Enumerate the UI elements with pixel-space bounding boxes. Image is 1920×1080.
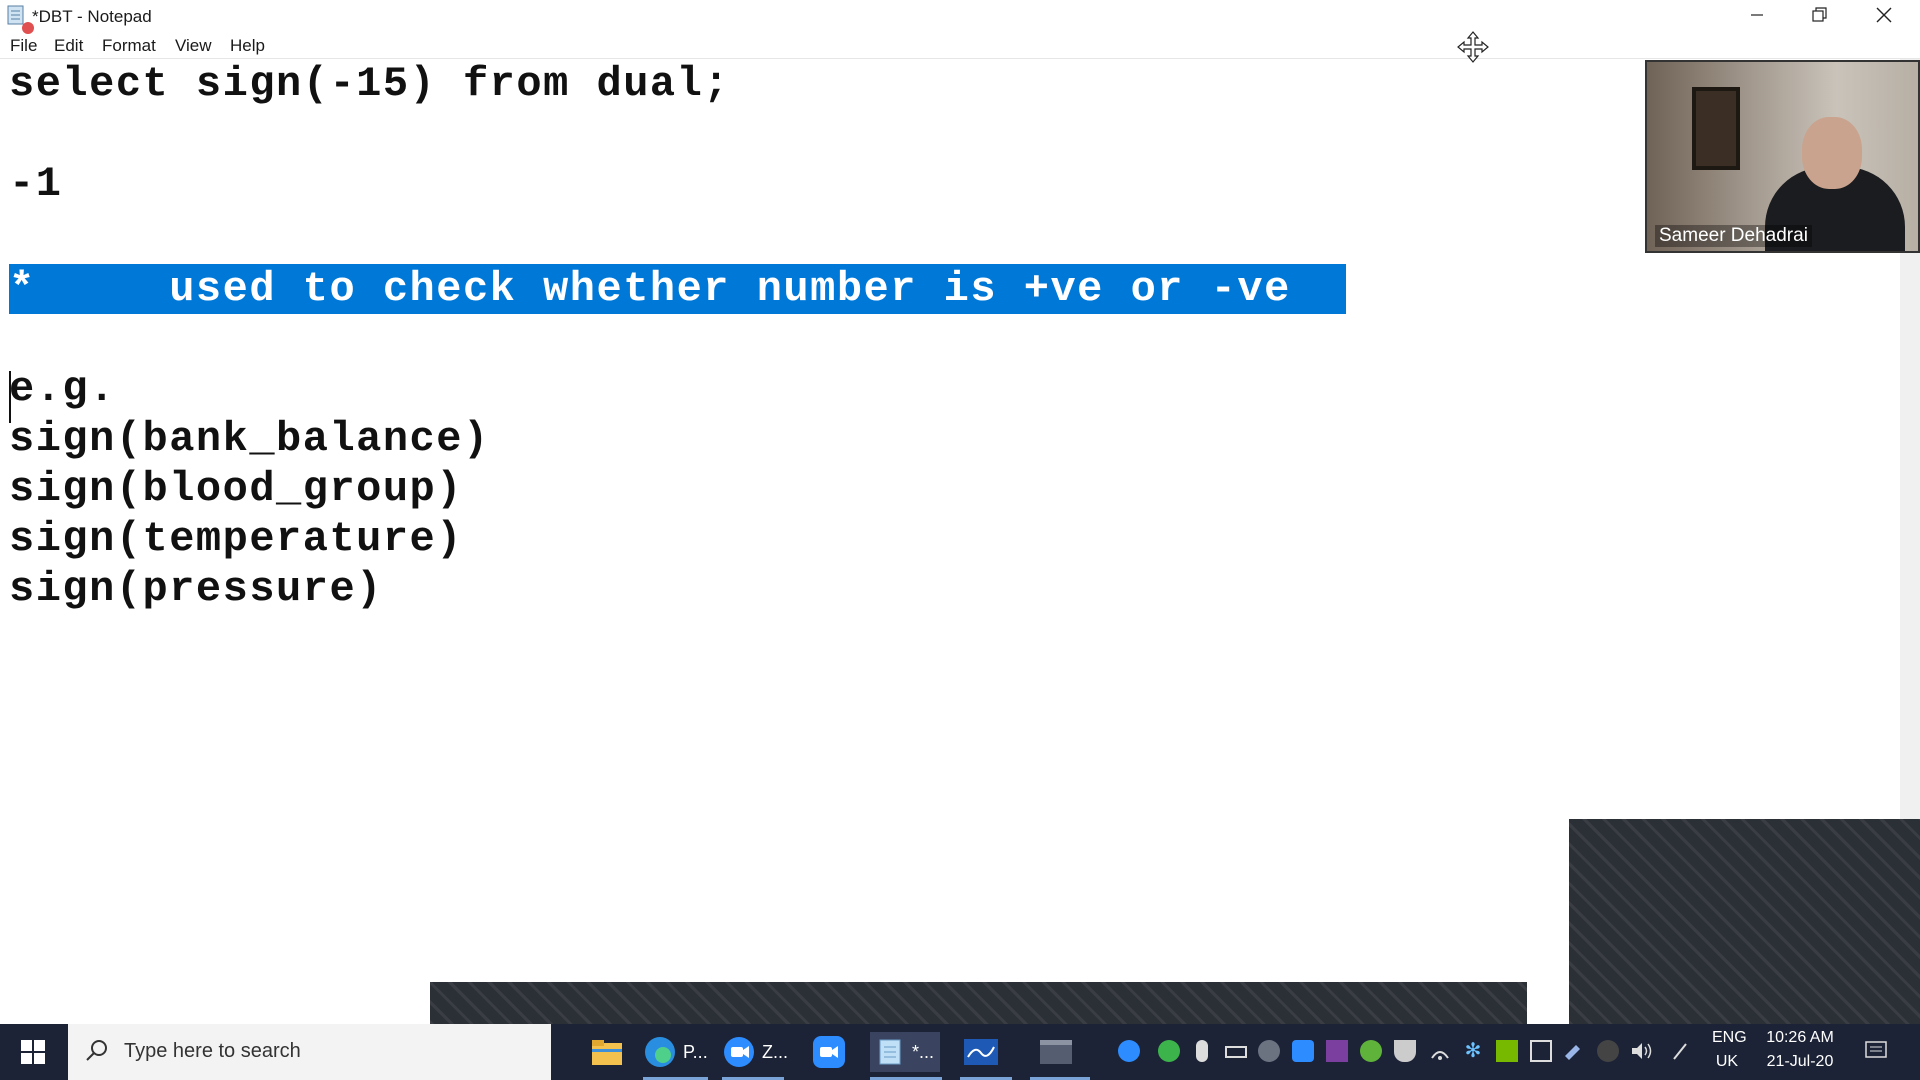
notifications-icon[interactable] xyxy=(1864,1040,1887,1062)
taskbar: Type here to search P... Z... *... ✻ ENG… xyxy=(0,1024,1920,1080)
menu-format[interactable]: Format xyxy=(102,36,156,56)
video-wall-frame xyxy=(1692,87,1740,170)
taskbar-app-zoom-meeting[interactable] xyxy=(812,1032,846,1072)
snowflake-icon[interactable]: ✻ xyxy=(1462,1040,1484,1062)
shield-icon[interactable] xyxy=(1394,1040,1416,1062)
menu-file[interactable]: File xyxy=(10,36,37,56)
editor-line-1[interactable]: select sign(-15) from dual; xyxy=(9,59,730,109)
minimize-button[interactable] xyxy=(1726,0,1788,30)
taskbar-app-notepad[interactable]: *... xyxy=(870,1032,941,1072)
taskbar-app-zoom[interactable]: Z... xyxy=(722,1032,788,1072)
window-title: *DBT - Notepad xyxy=(32,7,152,26)
editor-line-8[interactable]: sign(bank_balance) xyxy=(9,414,490,464)
video-thumbnail[interactable]: Sameer Dehadrai xyxy=(1645,60,1920,253)
minimize-icon xyxy=(1751,14,1763,16)
screen-share-overlay-bottom xyxy=(430,982,1527,1024)
folder-icon xyxy=(592,1040,622,1065)
menu-help[interactable]: Help xyxy=(230,36,265,56)
video-participant-head xyxy=(1802,117,1862,189)
input-language[interactable]: ENG xyxy=(1712,1029,1747,1047)
battery-icon[interactable] xyxy=(1225,1046,1247,1058)
pen-icon[interactable] xyxy=(1562,1040,1584,1062)
editor-line-7[interactable]: e.g. xyxy=(9,364,116,414)
screen-share-overlay-right xyxy=(1569,819,1920,1024)
editor-line-3[interactable]: -1 xyxy=(9,159,62,209)
editor-line-10[interactable]: sign(temperature) xyxy=(9,514,463,564)
restore-button[interactable] xyxy=(1789,0,1851,30)
menu-view[interactable]: View xyxy=(175,36,212,56)
check-icon[interactable] xyxy=(1158,1040,1180,1062)
title-bar: *DBT - Notepad xyxy=(0,0,1920,34)
taskbar-app-zoom-label: Z... xyxy=(762,1041,788,1062)
microphone-icon[interactable] xyxy=(1196,1040,1208,1062)
onenote-icon[interactable] xyxy=(1326,1040,1348,1062)
bluetooth-icon[interactable] xyxy=(1597,1040,1619,1062)
pen-workspace-icon[interactable] xyxy=(1670,1040,1692,1062)
menu-bar: File Edit Format View Help xyxy=(0,34,1920,58)
clock-date[interactable]: 21-Jul-20 xyxy=(1758,1053,1842,1071)
steam-icon[interactable] xyxy=(1258,1040,1280,1062)
participant-name-label: Sameer Dehadrai xyxy=(1655,225,1812,247)
start-button[interactable] xyxy=(0,1024,66,1080)
taskbar-app-notepad-label: *... xyxy=(912,1041,935,1062)
taskbar-app-whiteboard[interactable] xyxy=(963,1032,999,1072)
restore-icon xyxy=(1812,7,1827,22)
taskbar-app-edge[interactable]: P... xyxy=(643,1032,708,1072)
utorrent-icon[interactable] xyxy=(1360,1040,1382,1062)
search-icon xyxy=(86,1040,107,1061)
zoom-meeting-icon xyxy=(813,1036,845,1068)
taskbar-search-box[interactable]: Type here to search xyxy=(68,1024,551,1080)
menu-edit[interactable]: Edit xyxy=(54,36,83,56)
input-region[interactable]: UK xyxy=(1712,1053,1742,1071)
wifi-icon[interactable] xyxy=(1429,1040,1451,1062)
windows-logo-icon xyxy=(21,1040,45,1064)
terminal-icon xyxy=(1040,1040,1072,1064)
display-icon[interactable] xyxy=(1530,1040,1552,1062)
taskbar-app-edge-label: P... xyxy=(683,1041,708,1062)
close-button[interactable] xyxy=(1853,0,1915,30)
editor-line-5-selected[interactable]: * used to check whether number is +ve or… xyxy=(9,264,1291,314)
editor-line-9[interactable]: sign(blood_group) xyxy=(9,464,463,514)
taskbar-app-terminal[interactable] xyxy=(1039,1032,1073,1072)
help-icon[interactable] xyxy=(1118,1040,1140,1062)
close-icon xyxy=(1876,7,1892,23)
whiteboard-icon xyxy=(964,1039,998,1065)
edge-browser-icon xyxy=(645,1037,675,1067)
volume-icon[interactable] xyxy=(1630,1040,1652,1062)
clock-time[interactable]: 10:26 AM xyxy=(1758,1029,1842,1047)
taskbar-app-file-explorer[interactable] xyxy=(590,1032,624,1072)
search-placeholder: Type here to search xyxy=(124,1040,301,1062)
move-cursor-icon xyxy=(1456,30,1490,69)
editor-line-11[interactable]: sign(pressure) xyxy=(9,564,383,614)
notepad-icon xyxy=(879,1039,901,1065)
zoom-icon xyxy=(724,1037,754,1067)
zoom-tray-icon[interactable] xyxy=(1292,1040,1314,1062)
nvidia-icon[interactable] xyxy=(1496,1040,1518,1062)
